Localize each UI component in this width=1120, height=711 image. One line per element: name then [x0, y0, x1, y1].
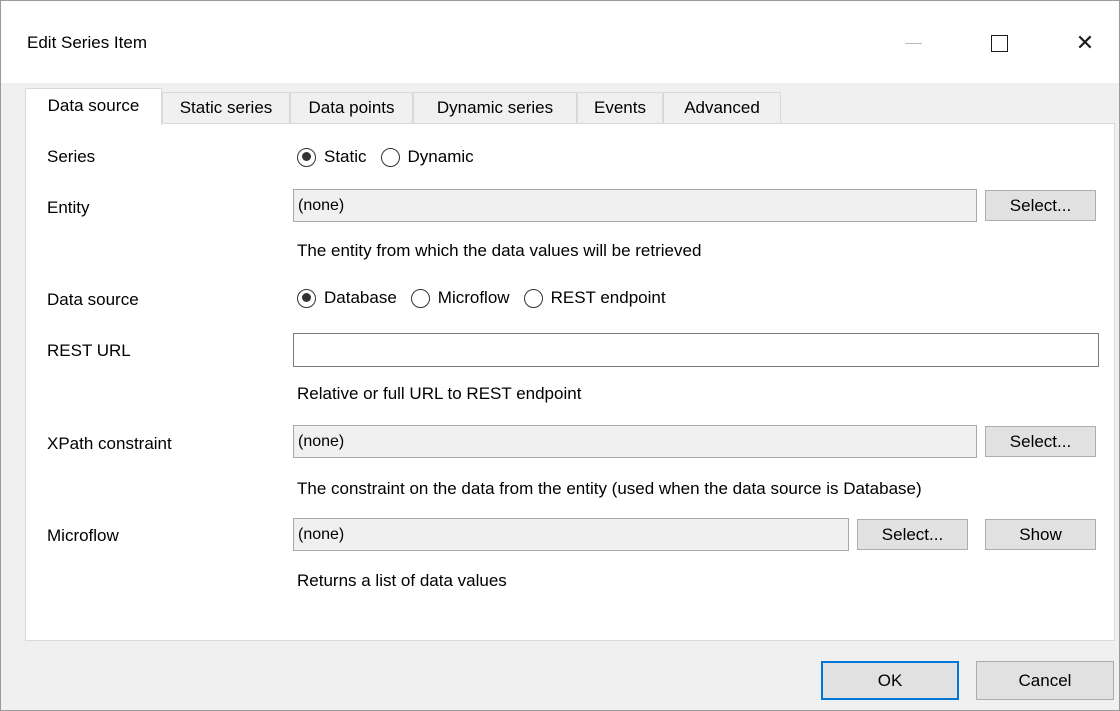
data-source-rest-label: REST endpoint: [550, 288, 666, 307]
series-radio-group: Static Dynamic: [297, 147, 488, 167]
microflow-field: (none): [293, 518, 849, 551]
rest-url-label: REST URL: [47, 341, 131, 360]
tab-static-series[interactable]: Static series: [162, 92, 290, 123]
rest-url-hint: Relative or full URL to REST endpoint: [297, 384, 582, 403]
close-button[interactable]: ✕: [1057, 21, 1113, 65]
microflow-label: Microflow: [47, 526, 119, 545]
entity-field: (none): [293, 189, 977, 222]
tab-data-points[interactable]: Data points: [290, 92, 413, 123]
xpath-label: XPath constraint: [47, 434, 172, 453]
radio-checked-icon: [297, 147, 316, 167]
radio-checked-icon: [297, 288, 316, 308]
entity-select-button[interactable]: Select...: [985, 190, 1096, 221]
data-source-microflow-label: Microflow: [437, 288, 510, 307]
maximize-icon: [990, 34, 1008, 52]
minimize-icon: [904, 42, 922, 44]
edit-series-item-dialog: Edit Series Item ✕ Data source Static se…: [0, 0, 1120, 711]
data-source-database-radio[interactable]: Database: [297, 288, 397, 308]
data-source-rest-radio[interactable]: REST endpoint: [523, 288, 666, 308]
xpath-field: (none): [293, 425, 977, 458]
microflow-select-button[interactable]: Select...: [857, 519, 968, 550]
entity-label: Entity: [47, 198, 90, 217]
series-static-label: Static: [324, 147, 367, 166]
tab-dynamic-series[interactable]: Dynamic series: [413, 92, 577, 123]
dialog-title: Edit Series Item: [27, 33, 147, 52]
series-dynamic-label: Dynamic: [407, 147, 474, 166]
data-source-radio-group: Database Microflow REST endpoint: [297, 288, 680, 308]
minimize-button: [885, 21, 941, 65]
ok-button[interactable]: OK: [821, 661, 959, 700]
tab-events[interactable]: Events: [577, 92, 663, 123]
microflow-show-button[interactable]: Show: [985, 519, 1096, 550]
tab-advanced[interactable]: Advanced: [663, 92, 781, 123]
title-bar[interactable]: Edit Series Item ✕: [1, 1, 1119, 83]
cancel-button[interactable]: Cancel: [976, 661, 1114, 700]
entity-hint: The entity from which the data values wi…: [297, 241, 702, 260]
series-label: Series: [47, 147, 96, 166]
data-source-label: Data source: [47, 290, 139, 309]
data-source-database-label: Database: [324, 288, 397, 307]
xpath-hint: The constraint on the data from the enti…: [297, 479, 922, 498]
xpath-select-button[interactable]: Select...: [985, 426, 1096, 457]
microflow-hint: Returns a list of data values: [297, 571, 507, 590]
maximize-button[interactable]: [971, 21, 1027, 65]
tab-data-source[interactable]: Data source: [25, 88, 162, 125]
radio-unchecked-icon: [380, 147, 400, 167]
series-static-radio[interactable]: Static: [297, 147, 367, 167]
radio-unchecked-icon: [523, 288, 543, 308]
close-icon: ✕: [1075, 30, 1095, 56]
radio-unchecked-icon: [410, 288, 430, 308]
rest-url-input[interactable]: [293, 333, 1099, 367]
data-source-microflow-radio[interactable]: Microflow: [410, 288, 510, 308]
series-dynamic-radio[interactable]: Dynamic: [380, 147, 474, 167]
tab-strip: Data source Static series Data points Dy…: [25, 88, 1105, 125]
